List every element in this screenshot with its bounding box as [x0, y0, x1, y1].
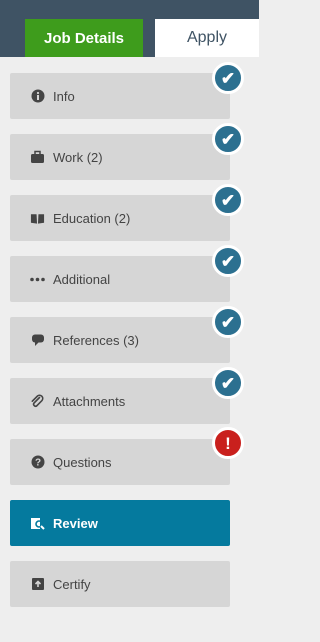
complete-badge: ✔: [212, 306, 244, 338]
speech-bubble-icon: [30, 333, 45, 348]
step-label: Additional: [53, 271, 111, 287]
certify-icon: [30, 577, 45, 592]
step-label: Attachments: [53, 393, 126, 409]
check-icon: ✔: [220, 190, 236, 210]
step-label: Certify: [53, 576, 91, 592]
ellipsis-icon: [30, 272, 45, 287]
complete-badge: ✔: [212, 62, 244, 94]
check-icon: ✔: [220, 68, 236, 88]
info-icon: [30, 89, 45, 104]
step-label: Review: [53, 515, 98, 531]
step-certify[interactable]: Certify: [10, 561, 230, 607]
step-label: References (3): [53, 332, 139, 348]
complete-badge: ✔: [212, 123, 244, 155]
warning-badge: !: [212, 427, 244, 459]
complete-badge: ✔: [212, 245, 244, 277]
complete-badge: ✔: [212, 367, 244, 399]
step-education[interactable]: Education (2): [10, 195, 230, 241]
step-attachments[interactable]: Attachments: [10, 378, 230, 424]
tab-job-details[interactable]: Job Details: [25, 19, 143, 57]
check-icon: ✔: [220, 312, 236, 332]
step-review[interactable]: Review: [10, 500, 230, 546]
svg-text:?: ?: [34, 458, 40, 469]
tab-apply[interactable]: Apply: [155, 19, 259, 57]
step-work[interactable]: Work (2): [10, 134, 230, 180]
check-icon: ✔: [220, 251, 236, 271]
question-icon: ?: [30, 455, 45, 470]
paperclip-icon: [30, 394, 45, 409]
step-label: Questions: [53, 454, 112, 470]
complete-badge: ✔: [212, 184, 244, 216]
step-label: Education (2): [53, 210, 131, 226]
check-icon: ✔: [220, 129, 236, 149]
book-icon: [30, 211, 45, 226]
check-icon: ✔: [220, 373, 236, 393]
step-references[interactable]: References (3): [10, 317, 230, 363]
step-label: Info: [53, 88, 75, 104]
step-questions[interactable]: ? Questions: [10, 439, 230, 485]
step-info[interactable]: Info: [10, 73, 230, 119]
review-icon: [30, 516, 45, 531]
briefcase-icon: [30, 150, 45, 165]
exclamation-icon: !: [225, 433, 231, 453]
step-additional[interactable]: Additional: [10, 256, 230, 302]
step-label: Work (2): [53, 149, 103, 165]
